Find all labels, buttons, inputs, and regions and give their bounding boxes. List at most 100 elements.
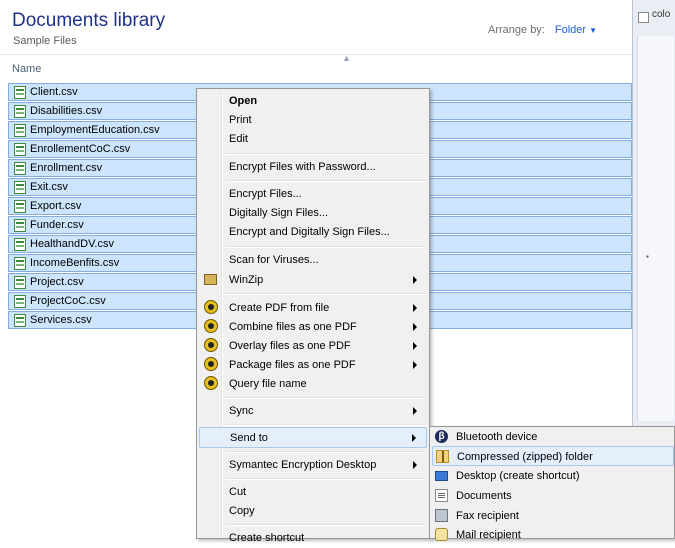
menu-item-cut[interactable]: Cut xyxy=(199,482,427,502)
csv-file-icon xyxy=(14,200,26,213)
csv-file-icon xyxy=(14,86,26,99)
csv-file-icon xyxy=(14,143,26,156)
csv-file-icon xyxy=(14,314,26,327)
file-name: IncomeBenfits.csv xyxy=(30,257,120,269)
library-header: Documents library Sample Files Arrange b… xyxy=(0,0,632,54)
menu-item-label: Scan for Viruses... xyxy=(229,254,319,266)
menu-item-digitally-sign[interactable]: Digitally Sign Files... xyxy=(199,203,427,223)
pdf-tool-icon xyxy=(204,376,218,390)
bluetooth-icon: β xyxy=(435,430,448,443)
file-name: ProjectCoC.csv xyxy=(30,295,106,307)
csv-file-icon xyxy=(14,181,26,194)
fax-icon xyxy=(435,509,448,522)
send-to-submenu: β Bluetooth device Compressed (zipped) fo… xyxy=(429,426,675,541)
menu-item-label: Encrypt Files with Password... xyxy=(229,161,376,173)
submenu-arrow-icon xyxy=(412,434,416,442)
menu-item-sync[interactable]: Sync xyxy=(199,401,427,421)
menu-item-package-pdf[interactable]: Package files as one PDF xyxy=(199,355,427,375)
menu-item-scan-viruses[interactable]: Scan for Viruses... xyxy=(199,250,427,270)
menu-separator xyxy=(225,153,425,155)
menu-separator xyxy=(225,524,425,526)
menu-item-label: Create shortcut xyxy=(229,532,305,544)
menu-item-label: Mail recipient xyxy=(456,529,521,541)
arrange-by-dropdown[interactable]: Folder xyxy=(555,24,586,36)
menu-item-copy[interactable]: Copy xyxy=(199,501,427,521)
submenu-arrow-icon xyxy=(413,461,417,469)
csv-file-icon xyxy=(14,219,26,232)
menu-item-print[interactable]: Print xyxy=(199,110,427,130)
menu-item-label: Sync xyxy=(229,405,254,417)
file-name: Client.csv xyxy=(30,86,78,98)
menu-item-send-to[interactable]: Send to xyxy=(199,427,427,448)
right-pane-text: colo xyxy=(652,9,671,20)
csv-file-icon xyxy=(14,257,26,270)
menu-item-label: Bluetooth device xyxy=(456,431,538,443)
menu-item-encrypt-sign[interactable]: Encrypt and Digitally Sign Files... xyxy=(199,222,427,242)
send-to-mail[interactable]: Mail recipient xyxy=(432,525,674,545)
menu-item-symantec[interactable]: Symantec Encryption Desktop xyxy=(199,455,427,475)
menu-item-encrypt-files[interactable]: Encrypt Files... xyxy=(199,184,427,204)
file-name: EmploymentEducation.csv xyxy=(30,124,160,136)
file-name: EnrollementCoC.csv xyxy=(30,143,131,155)
file-name: HealthandDV.csv xyxy=(30,238,114,250)
context-menu: Open Print Edit Encrypt Files with Passw… xyxy=(196,88,430,544)
menu-item-encrypt-password[interactable]: Encrypt Files with Password... xyxy=(199,157,427,177)
submenu-arrow-icon xyxy=(413,342,417,350)
csv-file-icon xyxy=(14,162,26,175)
send-to-compressed-folder[interactable]: Compressed (zipped) folder xyxy=(432,446,674,466)
file-name: Disabilities.csv xyxy=(30,105,103,117)
file-name: Exit.csv xyxy=(30,181,68,193)
menu-item-label: Print xyxy=(229,114,252,126)
menu-item-label: Fax recipient xyxy=(456,510,519,522)
submenu-arrow-icon xyxy=(413,407,417,415)
menu-separator xyxy=(225,397,425,399)
menu-item-label: Compressed (zipped) folder xyxy=(457,451,593,463)
winzip-icon xyxy=(204,274,217,285)
file-name: Project.csv xyxy=(30,276,84,288)
menu-item-open[interactable]: Open xyxy=(199,91,427,111)
file-name: Enrollment.csv xyxy=(30,162,103,174)
desktop-icon xyxy=(435,471,448,481)
menu-item-query-name[interactable]: Query file name xyxy=(199,374,427,394)
menu-item-label: Combine files as one PDF xyxy=(229,321,357,333)
send-to-fax[interactable]: Fax recipient xyxy=(432,506,674,526)
menu-separator xyxy=(225,293,425,295)
csv-file-icon xyxy=(14,105,26,118)
menu-item-label: Encrypt Files... xyxy=(229,188,302,200)
menu-item-overlay-pdf[interactable]: Overlay files as one PDF xyxy=(199,336,427,356)
splitter-grip-icon[interactable]: ▪ xyxy=(646,252,649,261)
menu-item-label: Create PDF from file xyxy=(229,302,330,314)
menu-item-winzip[interactable]: WinZip xyxy=(199,270,427,290)
send-to-bluetooth[interactable]: β Bluetooth device xyxy=(432,427,674,447)
column-header-name[interactable]: Name xyxy=(12,63,41,75)
submenu-arrow-icon xyxy=(413,323,417,331)
menu-item-label: Open xyxy=(229,95,258,107)
menu-item-edit[interactable]: Edit xyxy=(199,129,427,149)
dropdown-caret-icon[interactable]: ▼ xyxy=(589,26,597,35)
csv-file-icon xyxy=(14,238,26,251)
menu-item-label: Query file name xyxy=(229,378,307,390)
csv-file-icon xyxy=(14,276,26,289)
menu-item-label: Package files as one PDF xyxy=(229,359,356,371)
menu-item-label: Symantec Encryption Desktop xyxy=(229,459,377,471)
menu-item-combine-pdf[interactable]: Combine files as one PDF xyxy=(199,317,427,337)
pdf-tool-icon xyxy=(204,319,218,333)
pdf-tool-icon xyxy=(204,338,218,352)
menu-item-label: Send to xyxy=(230,432,268,444)
menu-item-label: Overlay files as one PDF xyxy=(229,340,351,352)
menu-item-label: WinZip xyxy=(229,274,264,286)
menu-item-create-pdf[interactable]: Create PDF from file xyxy=(199,298,427,318)
submenu-arrow-icon xyxy=(413,361,417,369)
file-name: Funder.csv xyxy=(30,219,84,231)
right-pane-checkbox[interactable] xyxy=(638,12,649,23)
file-name: Export.csv xyxy=(30,200,82,212)
send-to-documents[interactable]: Documents xyxy=(432,486,674,506)
menu-item-label: Encrypt and Digitally Sign Files... xyxy=(229,226,390,238)
send-to-desktop[interactable]: Desktop (create shortcut) xyxy=(432,466,674,486)
library-title: Documents library xyxy=(12,10,166,31)
pdf-tool-icon xyxy=(204,300,218,314)
menu-item-create-shortcut[interactable]: Create shortcut xyxy=(199,528,427,548)
column-header: Name ▲ xyxy=(0,53,632,81)
arrange-by: Arrange by: Folder ▼ xyxy=(488,24,597,36)
menu-separator xyxy=(225,451,425,453)
